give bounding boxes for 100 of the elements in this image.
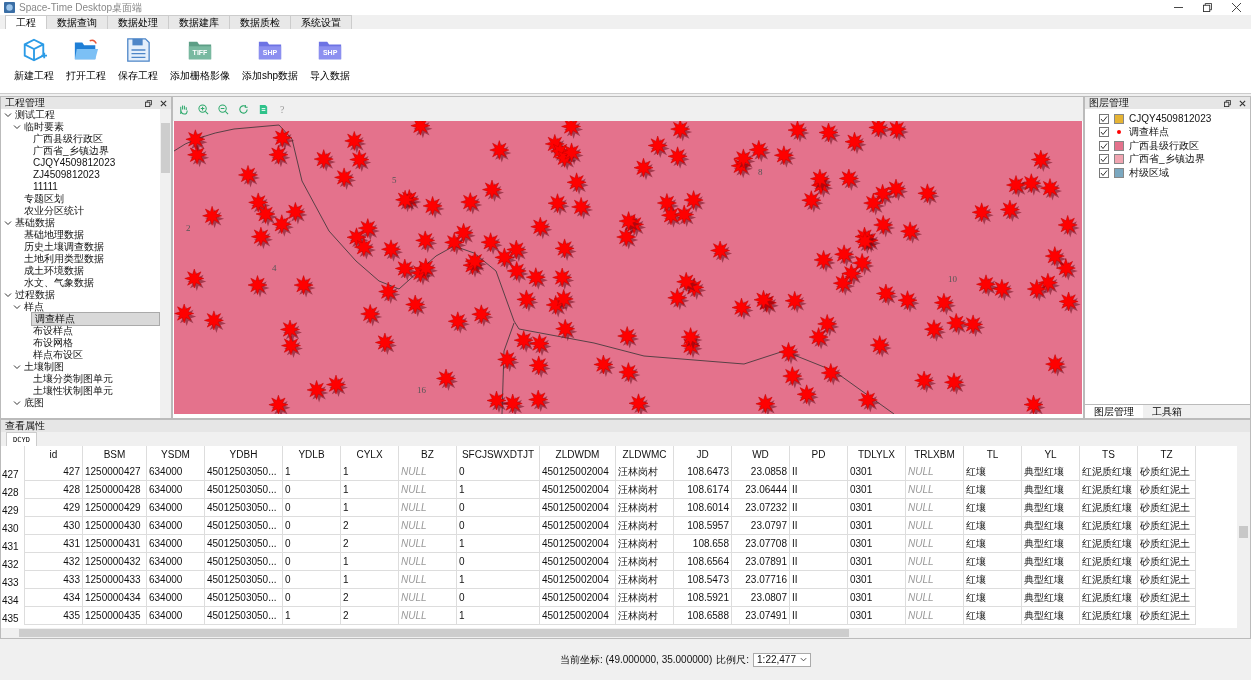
checkbox[interactable] bbox=[1099, 140, 1109, 151]
close-icon[interactable] bbox=[1239, 99, 1246, 107]
tree-item[interactable]: 调查样点 bbox=[31, 312, 160, 326]
checkbox[interactable] bbox=[1099, 167, 1109, 178]
table-cell: 1250000435 bbox=[83, 607, 147, 625]
caret-icon[interactable] bbox=[4, 111, 12, 119]
caret-icon[interactable] bbox=[13, 399, 21, 407]
column-header[interactable]: JD bbox=[674, 446, 732, 463]
table-cell: 红泥质红壤 bbox=[1080, 607, 1138, 625]
menu-tab[interactable]: 工程 bbox=[5, 15, 47, 29]
column-header[interactable]: TS bbox=[1080, 446, 1138, 463]
column-header[interactable]: TZ bbox=[1138, 446, 1196, 463]
tree-item[interactable]: 基础地理数据 bbox=[22, 229, 86, 241]
tree-item[interactable]: 样点 bbox=[22, 301, 46, 313]
checkbox[interactable] bbox=[1099, 113, 1109, 124]
column-header[interactable]: TL bbox=[964, 446, 1022, 463]
caret-icon[interactable] bbox=[13, 363, 21, 371]
checkbox[interactable] bbox=[1099, 127, 1109, 138]
column-header[interactable]: ZLDWDM bbox=[540, 446, 616, 463]
tree-item[interactable]: 过程数据 bbox=[13, 289, 57, 301]
layer-name[interactable]: 村级区域 bbox=[1129, 165, 1169, 180]
tree-item[interactable]: 土壤分类制图单元 bbox=[31, 373, 115, 385]
tree-item[interactable]: CJQY4509812023 bbox=[31, 157, 118, 169]
column-header[interactable]: BZ bbox=[399, 446, 457, 463]
column-header[interactable]: BSM bbox=[83, 446, 147, 463]
close-icon[interactable] bbox=[1232, 3, 1241, 12]
tree-item[interactable]: 样点布设区 bbox=[31, 349, 85, 361]
caret-icon[interactable] bbox=[4, 291, 12, 299]
close-icon[interactable] bbox=[160, 99, 167, 107]
tree-item[interactable]: 布设样点 bbox=[31, 325, 75, 337]
table-cell: 1 bbox=[457, 571, 540, 589]
zoom-out-icon[interactable] bbox=[218, 103, 229, 115]
tree-item[interactable]: 农业分区统计 bbox=[22, 205, 86, 217]
table-cell: 433 bbox=[25, 571, 83, 589]
layer-name[interactable]: 广西省_乡镇边界 bbox=[1129, 152, 1205, 167]
caret-icon[interactable] bbox=[4, 219, 12, 227]
panel-title: 查看属性 bbox=[5, 420, 45, 433]
tree-item[interactable]: 底图 bbox=[22, 397, 46, 409]
column-header[interactable]: id bbox=[25, 446, 83, 463]
table-cell: 634000 bbox=[147, 553, 205, 571]
tree-item[interactable]: ZJ4509812023 bbox=[31, 169, 102, 181]
restore-icon[interactable] bbox=[1203, 3, 1212, 12]
tree-item[interactable]: 土壤制图 bbox=[22, 361, 66, 373]
zoom-in-icon[interactable] bbox=[198, 103, 209, 115]
restore-icon[interactable] bbox=[1224, 99, 1231, 107]
column-header[interactable]: YSDM bbox=[147, 446, 205, 463]
caret-icon bbox=[800, 656, 808, 663]
caret-icon[interactable] bbox=[13, 303, 21, 311]
tree-item[interactable]: 11111 bbox=[31, 181, 60, 193]
tree-item[interactable]: 历史土壤调查数据 bbox=[22, 241, 106, 253]
ribbon-button[interactable]: 保存工程 bbox=[114, 35, 162, 85]
column-header[interactable]: TRLXBM bbox=[906, 446, 964, 463]
tree-item[interactable]: 专题区划 bbox=[22, 193, 66, 205]
tree-item[interactable]: 土地利用类型数据 bbox=[22, 253, 106, 265]
refresh-icon[interactable] bbox=[238, 103, 249, 115]
menu-tab[interactable]: 系统设置 bbox=[290, 15, 352, 29]
tree-item[interactable]: 布设网格 bbox=[31, 337, 75, 349]
restore-icon[interactable] bbox=[145, 99, 152, 107]
column-header[interactable]: PD bbox=[790, 446, 848, 463]
ribbon-button[interactable]: 新建工程 bbox=[10, 35, 58, 85]
column-header[interactable]: YDLB bbox=[283, 446, 341, 463]
column-header[interactable]: YL bbox=[1022, 446, 1080, 463]
layer-name[interactable]: 广西县级行政区 bbox=[1129, 138, 1199, 153]
column-header[interactable]: WD bbox=[732, 446, 790, 463]
tree-item[interactable]: 成土环境数据 bbox=[22, 265, 86, 277]
table-cell: 45012503050... bbox=[205, 571, 283, 589]
table-cell: 634000 bbox=[147, 571, 205, 589]
scale-dropdown[interactable]: 1:22,477 bbox=[753, 652, 812, 667]
region-label: 8 bbox=[758, 167, 763, 177]
tree-item[interactable]: 基础数据 bbox=[13, 217, 57, 229]
layer-name[interactable]: CJQY4509812023 bbox=[1129, 113, 1212, 125]
tree-item[interactable]: 临时要素 bbox=[22, 121, 66, 133]
ribbon-button[interactable]: 打开工程 bbox=[62, 35, 110, 85]
table-cell: NULL bbox=[906, 499, 964, 517]
menu-tab[interactable]: 数据查询 bbox=[46, 15, 108, 29]
hand-icon[interactable] bbox=[178, 103, 189, 115]
menu-tab[interactable]: 数据处理 bbox=[107, 15, 169, 29]
column-header[interactable]: TDLYLX bbox=[848, 446, 906, 463]
tree-item[interactable]: 广西省_乡镇边界 bbox=[31, 145, 111, 157]
document-icon[interactable] bbox=[258, 103, 269, 115]
table-cell: NULL bbox=[399, 535, 457, 553]
tree-item[interactable]: 水文、气象数据 bbox=[22, 277, 96, 289]
menu-tab[interactable]: 数据质检 bbox=[229, 15, 291, 29]
caret-icon[interactable] bbox=[13, 123, 21, 131]
menu-tab[interactable]: 数据建库 bbox=[168, 15, 230, 29]
checkbox[interactable] bbox=[1099, 154, 1109, 165]
tree-item[interactable]: 广西县级行政区 bbox=[31, 133, 105, 145]
panel-tab[interactable]: 图层管理 bbox=[1085, 405, 1143, 418]
scrollbar[interactable] bbox=[1, 628, 1250, 638]
column-header[interactable]: SFCJSWXDTJT bbox=[457, 446, 540, 463]
tree-item[interactable]: 土壤性状制图单元 bbox=[31, 385, 115, 397]
column-header[interactable]: ZLDWMC bbox=[616, 446, 674, 463]
table-cell: 431 bbox=[25, 535, 83, 553]
column-header[interactable]: YDBH bbox=[205, 446, 283, 463]
tree-item[interactable]: 测试工程 bbox=[13, 109, 57, 121]
coordinates-text: 当前坐标: (49.000000, 35.000000) bbox=[559, 652, 713, 667]
layer-name[interactable]: 调查样点 bbox=[1129, 125, 1169, 140]
scrollbar[interactable] bbox=[160, 109, 171, 418]
table-cell: 450125002004 bbox=[540, 607, 616, 625]
column-header[interactable]: CYLX bbox=[341, 446, 399, 463]
